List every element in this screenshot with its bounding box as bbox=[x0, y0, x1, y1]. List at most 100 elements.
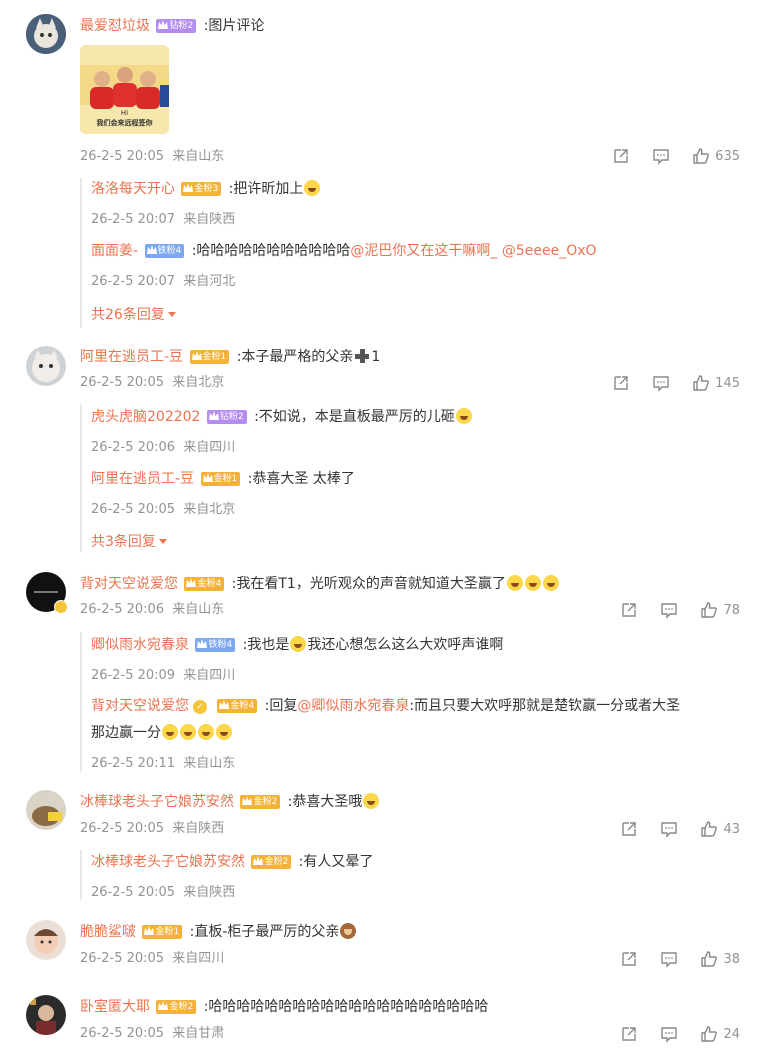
comment-item: 阿里在逃员工-豆 金粉1 :本子最严格的父亲 1 26-2-5 20:05 来自北… bbox=[0, 340, 760, 570]
username[interactable]: 最爱怼垃圾 bbox=[80, 18, 150, 34]
fan-badge: 金粉2 bbox=[251, 855, 292, 869]
avatar[interactable] bbox=[26, 14, 66, 54]
avatar-image bbox=[26, 790, 66, 830]
comment-actions: 24 bbox=[598, 1024, 740, 1044]
comment-location: 来自四川 bbox=[172, 951, 225, 966]
share-button[interactable] bbox=[620, 601, 638, 619]
reply-username[interactable]: 虎头虎脑202202 bbox=[91, 409, 200, 425]
like-count: 38 bbox=[723, 951, 740, 967]
comment-time: 26-2-5 20:05 bbox=[80, 375, 165, 390]
comment-button[interactable] bbox=[660, 950, 678, 968]
reply-time: 26-2-5 20:06 bbox=[91, 440, 176, 455]
share-button[interactable] bbox=[612, 147, 630, 165]
mention-link[interactable]: @泥巴你又在这干嘛啊_ bbox=[350, 243, 497, 259]
fan-badge: 金粉2 bbox=[240, 795, 281, 809]
like-button[interactable]: 38 bbox=[700, 950, 740, 968]
comment-meta: 26-2-5 20:06 来自山东 bbox=[80, 601, 224, 619]
username[interactable]: 阿里在逃员工-豆 bbox=[80, 349, 183, 365]
comment-item: 脆脆鲨啵 金粉1 :直板-柜子最严厉的父亲 26-2-5 20:05 来自四川 … bbox=[0, 916, 760, 986]
username[interactable]: 背对天空说爱您 bbox=[80, 576, 178, 592]
avatar[interactable] bbox=[26, 995, 66, 1035]
comment-actions: 145 bbox=[590, 373, 740, 393]
share-button[interactable] bbox=[620, 820, 638, 838]
share-button[interactable] bbox=[620, 950, 638, 968]
laugh-cry-emoji-icon bbox=[542, 575, 559, 591]
reply-username[interactable]: 卿似雨水宛春泉 bbox=[91, 637, 189, 653]
comment-location: 来自山东 bbox=[172, 149, 225, 164]
comment-button[interactable] bbox=[660, 601, 678, 619]
plus-icon bbox=[354, 348, 370, 364]
reply-item: 虎头虎脑202202 钻粉2 :不如说，本是直板最严厉的儿砸 bbox=[91, 407, 473, 427]
laugh-cry-emoji-icon bbox=[198, 724, 214, 740]
comment-icon bbox=[653, 149, 669, 165]
reply-time: 26-2-5 20:05 bbox=[91, 885, 176, 900]
share-button[interactable] bbox=[620, 1025, 638, 1043]
mention-link[interactable]: @5eeee_OxO bbox=[502, 243, 597, 259]
comment-icon bbox=[661, 822, 678, 838]
comment-header: 背对天空说爱您 金粉4 :我在看T1，光听观众的声音就知道大圣赢了 bbox=[80, 574, 560, 594]
laugh-cry-emoji-icon bbox=[524, 575, 541, 591]
comment-item: 背对天空说爱您 金粉4 :我在看T1，光听观众的声音就知道大圣赢了 26-2-5… bbox=[0, 566, 760, 786]
avatar-image bbox=[26, 14, 66, 54]
like-button[interactable]: 24 bbox=[700, 1025, 740, 1043]
comment-button[interactable] bbox=[660, 1025, 678, 1043]
mention-link[interactable]: @卿似雨水宛春泉 bbox=[297, 698, 409, 714]
like-count: 635 bbox=[715, 148, 740, 164]
like-button[interactable]: 145 bbox=[692, 374, 740, 392]
reply-username[interactable]: 冰棒球老头子它娘苏安然 bbox=[91, 854, 245, 870]
more-replies-label: 共26条回复 bbox=[91, 307, 165, 323]
comment-button[interactable] bbox=[652, 147, 670, 165]
reply-username[interactable]: 面面姜- bbox=[91, 243, 138, 259]
avatar[interactable] bbox=[26, 920, 66, 960]
reply-text: :恭喜大圣 太棒了 bbox=[247, 471, 355, 487]
reply-username[interactable]: 洛洛每天开心 bbox=[91, 181, 175, 197]
share-button[interactable] bbox=[612, 374, 630, 392]
like-icon bbox=[693, 148, 710, 164]
comment-time: 26-2-5 20:06 bbox=[80, 602, 165, 617]
see-no-evil-monkey-emoji-icon bbox=[340, 923, 357, 939]
comment-location: 来自甘肃 bbox=[172, 1026, 225, 1041]
like-icon bbox=[701, 1026, 718, 1042]
more-replies-button[interactable]: 共26条回复 bbox=[91, 304, 176, 324]
laugh-cry-emoji-icon bbox=[506, 575, 523, 591]
like-count: 43 bbox=[723, 821, 740, 837]
comment-header: 阿里在逃员工-豆 金粉1 :本子最严格的父亲 1 bbox=[80, 347, 380, 367]
more-replies-button[interactable]: 共3条回复 bbox=[91, 531, 167, 551]
comment-image[interactable]: Hi 我们会来远程签你 bbox=[80, 45, 169, 134]
share-icon bbox=[622, 1027, 637, 1041]
comment-button[interactable] bbox=[652, 374, 670, 392]
reply-meta: 26-2-5 20:05 来自陕西 bbox=[91, 881, 235, 900]
reply-time: 26-2-5 20:11 bbox=[91, 756, 176, 771]
avatar-image bbox=[26, 920, 66, 960]
reply-text-continued: 那边赢一分 bbox=[91, 725, 161, 741]
comment-icon bbox=[661, 1027, 678, 1043]
comment-header: 卧室匿大耶 金粉2 :哈哈哈哈哈哈哈哈哈哈哈哈哈哈哈哈哈哈哈哈 bbox=[80, 997, 488, 1017]
reply-username[interactable]: 背对天空说爱您 bbox=[91, 698, 189, 714]
username[interactable]: 卧室匿大耶 bbox=[80, 999, 150, 1015]
comment-actions: 635 bbox=[590, 146, 740, 166]
username[interactable]: 脆脆鲨啵 bbox=[80, 924, 136, 940]
avatar-image bbox=[26, 346, 66, 386]
reply-text: :哈哈哈哈哈哈哈哈哈哈哈 bbox=[191, 243, 351, 259]
share-icon bbox=[622, 603, 637, 617]
avatar[interactable] bbox=[26, 790, 66, 830]
reply-item: 洛洛每天开心 金粉3 :把许昕加上 bbox=[91, 179, 321, 199]
fan-badge: 金粉3 bbox=[181, 182, 222, 196]
comment-text: :直板-柜子最严厉的父亲 bbox=[189, 924, 340, 940]
like-count: 145 bbox=[715, 375, 740, 391]
reply-text-continued: 我还心想怎么这么大欢呼声谁啊 bbox=[307, 637, 504, 653]
reply-item: 面面姜- 铁粉4 :哈哈哈哈哈哈哈哈哈哈哈@泥巴你又在这干嘛啊_ @5eeee_… bbox=[91, 241, 597, 261]
username[interactable]: 冰棒球老头子它娘苏安然 bbox=[80, 794, 234, 810]
comment-meta: 26-2-5 20:05 来自陕西 bbox=[80, 820, 224, 838]
reply-time: 26-2-5 20:07 bbox=[91, 212, 176, 227]
like-button[interactable]: 43 bbox=[700, 820, 740, 838]
like-icon bbox=[701, 821, 718, 837]
reply-username[interactable]: 阿里在逃员工-豆 bbox=[91, 471, 194, 487]
reply-text: :把许昕加上 bbox=[228, 181, 304, 197]
avatar[interactable] bbox=[26, 346, 66, 386]
reply-location: 来自四川 bbox=[183, 440, 236, 455]
comment-meta: 26-2-5 20:05 来自甘肃 bbox=[80, 1025, 224, 1043]
like-button[interactable]: 78 bbox=[700, 601, 740, 619]
like-button[interactable]: 635 bbox=[692, 147, 740, 165]
comment-button[interactable] bbox=[660, 820, 678, 838]
